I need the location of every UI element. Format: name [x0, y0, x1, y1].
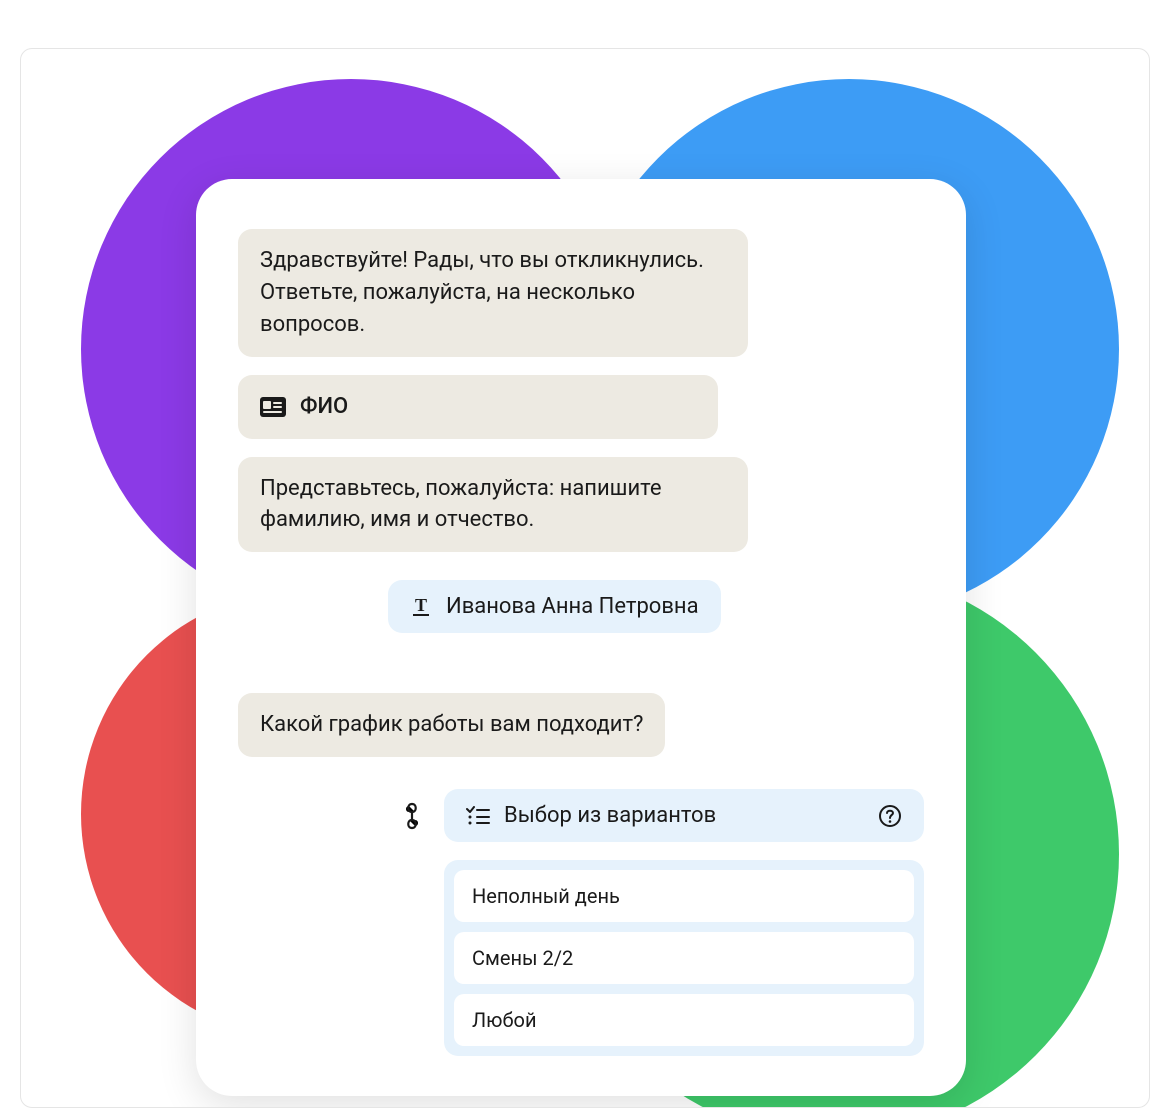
bot-message-schedule: Какой график работы вам подходит? — [238, 693, 665, 757]
link-icon[interactable] — [398, 802, 426, 830]
bot-message-fio-prompt: Представьтесь, пожалуйста: напишите фами… — [238, 457, 748, 553]
select-option[interactable]: Смены 2/2 — [454, 932, 914, 984]
message-text: Здравствуйте! Рады, что вы откликнулись.… — [260, 245, 726, 341]
message-text: Какой график работы вам подходит? — [260, 709, 643, 741]
select-option[interactable]: Неполный день — [454, 870, 914, 922]
list-select-icon — [466, 806, 490, 826]
question-title-text: ФИО — [300, 391, 348, 423]
option-text: Неполный день — [472, 884, 620, 908]
option-text: Любой — [472, 1008, 537, 1032]
option-text: Смены 2/2 — [472, 946, 573, 970]
help-circle-icon[interactable] — [878, 804, 902, 828]
message-text: Представьтесь, пожалуйста: напишите фами… — [260, 473, 726, 537]
select-block-header[interactable]: Выбор из вариантов — [444, 789, 924, 842]
user-answer-fio[interactable]: T Иванова Анна Петровна — [388, 580, 721, 633]
text-format-icon: T — [410, 596, 432, 618]
select-options-panel: Неполный день Смены 2/2 Любой — [444, 860, 924, 1056]
spacer — [238, 661, 924, 675]
preview-frame: Здравствуйте! Рады, что вы откликнулись.… — [20, 48, 1150, 1108]
select-option[interactable]: Любой — [454, 994, 914, 1046]
answer-row-fio: T Иванова Анна Петровна — [238, 580, 924, 633]
select-block-title: Выбор из вариантов — [504, 803, 716, 828]
chat-preview-card: Здравствуйте! Рады, что вы откликнулись.… — [196, 179, 966, 1096]
select-block-row: Выбор из вариантов — [238, 789, 924, 842]
bot-message-greeting: Здравствуйте! Рады, что вы откликнулись.… — [238, 229, 748, 357]
id-card-icon — [260, 397, 286, 417]
svg-text:T: T — [415, 596, 427, 615]
question-block-fio-title[interactable]: ФИО — [238, 375, 718, 439]
answer-text: Иванова Анна Петровна — [446, 594, 699, 619]
